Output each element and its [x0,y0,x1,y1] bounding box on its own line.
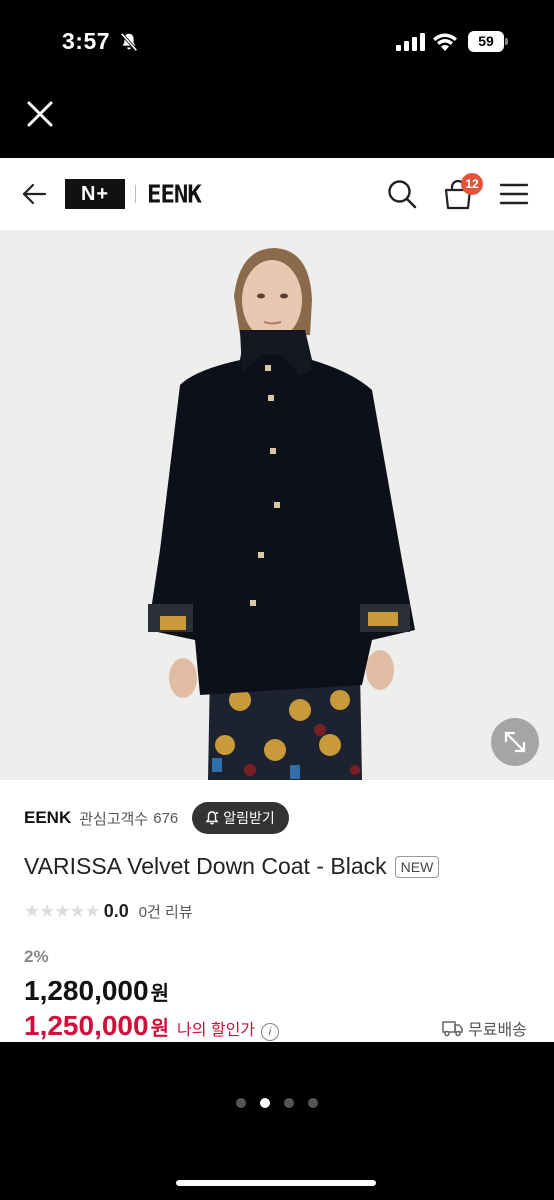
bell-icon [205,811,219,825]
battery-indicator: 59 [468,31,508,52]
home-indicator[interactable] [176,1180,376,1186]
original-price: 1,280,000 [24,975,149,1006]
pager-dot[interactable] [284,1098,294,1108]
product-page: N+ EENK 12 EENK 관심고객수 676 알림받기 VARISSA V… [0,158,554,1042]
price-row: 1,280,000 원 [24,975,169,1007]
pager-dot[interactable] [236,1098,246,1108]
signal-icon [396,33,425,51]
battery-level: 59 [468,31,504,52]
close-icon[interactable] [22,96,58,132]
image-pager [0,1098,554,1108]
new-badge: NEW [394,855,440,878]
title-row: VARISSA Velvet Down Coat - Black NEW [24,853,440,880]
cart-count-badge: 12 [461,173,483,195]
sale-price-row: 1,250,000 원 나의 할인가 i [24,1010,280,1042]
rating-row[interactable]: ★★★★★ 0.0 0건 리뷰 [24,901,193,922]
search-icon[interactable] [386,178,418,210]
logo-divider [135,185,136,203]
product-image[interactable] [0,230,554,780]
wifi-icon [433,33,457,51]
sale-price: 1,250,000 [24,1010,149,1041]
model-photo [0,230,554,780]
pager-dot-active[interactable] [260,1098,270,1108]
pager-dot[interactable] [308,1098,318,1108]
app-header: N+ EENK 12 [0,158,554,230]
nplus-logo[interactable]: N+ [65,179,125,209]
product-title: VARISSA Velvet Down Coat - Black [24,853,387,879]
brand-row: EENK 관심고객수 676 알림받기 [24,802,289,834]
currency-unit: 원 [150,983,169,1005]
status-bar: 3:57 59 [0,0,554,84]
rating-value: 0.0 [103,901,129,921]
review-count[interactable]: 0건 리뷰 [139,901,193,922]
menu-icon[interactable] [499,180,529,208]
discount-rate: 2% [24,947,49,966]
shipping-label: 무료배송 [468,1022,527,1039]
followers-label: 관심고객수 [79,810,149,828]
sale-currency-unit: 원 [150,1018,169,1040]
notify-button[interactable]: 알림받기 [192,802,289,834]
my-discount-label: 나의 할인가 [176,1022,256,1039]
bell-off-icon [120,32,138,52]
back-arrow-icon[interactable] [20,180,48,208]
notify-label: 알림받기 [223,810,275,826]
star-rating-icon: ★★★★★ [24,901,101,921]
brand-name[interactable]: EENK [24,808,71,828]
truck-icon [442,1021,463,1037]
expand-icon[interactable] [491,718,539,766]
shipping-info: 무료배송 [442,1016,527,1040]
brand-logo[interactable]: EENK [147,178,229,210]
info-icon[interactable]: i [261,1023,280,1041]
followers-count: 676 [153,809,179,827]
status-time: 3:57 [62,28,111,54]
